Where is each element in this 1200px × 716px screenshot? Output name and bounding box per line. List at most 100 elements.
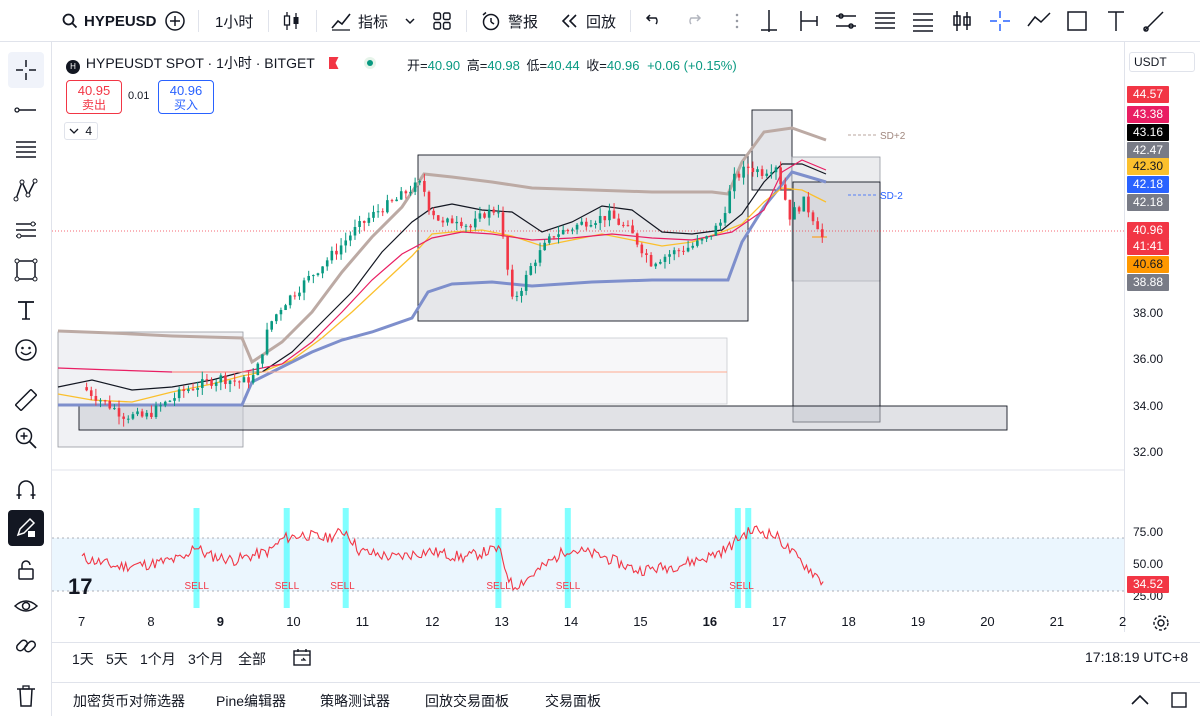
price-label: 42.47 [1127, 142, 1169, 159]
rsi-tick: 75.00 [1133, 525, 1164, 539]
vertical-line-icon[interactable] [756, 8, 782, 34]
projection-box[interactable] [792, 181, 881, 423]
bottom-tab[interactable]: 交易面板 [545, 691, 601, 711]
candle [270, 320, 273, 332]
chart-legend: H HYPEUSDT SPOT · 1小时 · BITGET [66, 53, 377, 74]
market-status-icon [364, 57, 377, 69]
candles-icon [283, 12, 299, 30]
delete-tool[interactable] [8, 678, 44, 714]
candle [367, 212, 371, 227]
replay-button[interactable]: 回放 [560, 0, 616, 42]
magnet-tool[interactable] [8, 472, 44, 508]
price-label: 40.96 [1127, 222, 1169, 239]
text-icon[interactable] [1103, 8, 1129, 34]
indicators-icon [331, 13, 351, 31]
date-tick: 11 [355, 614, 370, 629]
price-axis[interactable]: USDT 44.57 43.38 43.16 42.47 42.30 42.18 42.18… [1124, 42, 1200, 632]
lock-all-tool[interactable] [8, 552, 44, 588]
signal-bar [342, 508, 349, 608]
compare-button[interactable] [164, 0, 186, 42]
line-icon [14, 107, 36, 113]
buy-button[interactable]: 40.96 买入 [158, 80, 214, 114]
lock-drawing-mode[interactable] [8, 510, 44, 546]
candle [395, 197, 398, 202]
grid-icon [433, 12, 451, 30]
ohlc-values: 开=40.90 高=40.98 低=40.44 收=40.96 +0.06 (+… [407, 55, 737, 74]
measure-tool[interactable] [8, 382, 44, 418]
hide-drawings-tool[interactable] [8, 588, 44, 624]
fib-tool[interactable] [8, 132, 44, 168]
alert-button[interactable]: 警报 [480, 0, 538, 42]
projection-icon [16, 221, 36, 239]
candle [349, 231, 352, 247]
fib-icon [16, 141, 36, 158]
interval-button[interactable]: 1小时 [215, 0, 253, 42]
lock-icon [18, 560, 34, 580]
toolbar-grip[interactable] [734, 12, 740, 30]
fib-retracement-icon[interactable] [872, 8, 898, 34]
alert-label: 警报 [508, 13, 539, 31]
parallel-channel-icon[interactable] [833, 8, 859, 34]
close-value: 40.96 [606, 58, 640, 73]
undo-button[interactable] [645, 0, 663, 42]
candle [312, 274, 315, 284]
currency-selector[interactable]: USDT [1129, 52, 1195, 72]
indicators-button[interactable]: 指标 [330, 0, 416, 42]
settings-icon[interactable] [1152, 614, 1170, 632]
drawing-toolbar [726, 0, 1200, 42]
candle [802, 196, 806, 212]
redo-button[interactable] [684, 0, 702, 42]
forecast-lines-icon[interactable] [910, 8, 936, 34]
bottom-tab[interactable]: Pine编辑器 [216, 691, 286, 711]
symbol-search[interactable]: HYPEUSD [62, 0, 157, 42]
range-button[interactable]: 5天 [106, 649, 128, 669]
zoom-tool[interactable] [8, 420, 44, 456]
maximize-icon[interactable] [1170, 691, 1188, 709]
forecast-tool[interactable] [8, 212, 44, 248]
range-button[interactable]: 全部 [238, 649, 266, 669]
chevron-up-icon[interactable] [1130, 693, 1150, 707]
support-zone-box[interactable] [78, 405, 1008, 431]
crosshair-tool[interactable] [8, 52, 44, 88]
candle [316, 272, 320, 277]
legend-title[interactable]: HYPEUSDT SPOT · 1小时 · BITGET [86, 55, 315, 71]
pattern-tool[interactable] [8, 172, 44, 208]
layouts-button[interactable] [432, 0, 452, 42]
chart-drawings: SD+2 SD-2 [52, 109, 1124, 592]
shape-tool[interactable] [8, 252, 44, 288]
horizontal-line-icon[interactable] [795, 8, 821, 34]
bottom-tab[interactable]: 加密货币对筛选器 [73, 691, 185, 711]
left-drawing-toolbar [0, 42, 52, 716]
path-icon[interactable] [1026, 8, 1052, 34]
range-button[interactable]: 1天 [72, 649, 94, 669]
flag-icon[interactable] [328, 57, 339, 69]
date-tick: 12 [425, 614, 440, 629]
candle [510, 264, 514, 300]
icon-tool[interactable] [8, 332, 44, 368]
chart-type-button[interactable] [282, 0, 302, 42]
text-tool[interactable] [8, 292, 44, 328]
date-tick: 9 [216, 614, 225, 629]
ray-icon[interactable] [1141, 8, 1167, 34]
bottom-tab[interactable]: 策略测试器 [320, 691, 390, 711]
trend-line-tool[interactable] [8, 92, 44, 128]
candle-pattern-icon[interactable] [949, 8, 975, 34]
rectangle-icon[interactable] [1064, 8, 1090, 34]
range-button[interactable]: 1个月 [140, 649, 176, 669]
clock[interactable]: 17:18:19 UTC+8 [1085, 649, 1188, 665]
signal-bar [734, 508, 741, 608]
indicators-toggle[interactable]: 4 [64, 122, 98, 140]
time-axis[interactable]: 7 8 9 10 11 12 13 14 15 16 17 18 19 20 21 2 [52, 606, 1200, 636]
crosshair-icon[interactable] [987, 8, 1013, 34]
tradingview-logo[interactable]: 17 [68, 574, 92, 599]
bottom-tab[interactable]: 回放交易面板 [425, 691, 509, 711]
sell-button[interactable]: 40.95 卖出 [66, 80, 122, 114]
price-chart[interactable]: SD+2 SD-2 SELL SELL SELL SELL SELL SELL 17 [52, 42, 1124, 632]
sell-signal-label: SELL [486, 581, 511, 592]
plus-circle-icon [165, 11, 185, 31]
candle [362, 220, 366, 231]
range-button[interactable]: 3个月 [188, 649, 224, 669]
signal-bar [564, 508, 571, 608]
calendar-icon[interactable] [292, 647, 314, 667]
link-tool[interactable] [8, 628, 44, 664]
